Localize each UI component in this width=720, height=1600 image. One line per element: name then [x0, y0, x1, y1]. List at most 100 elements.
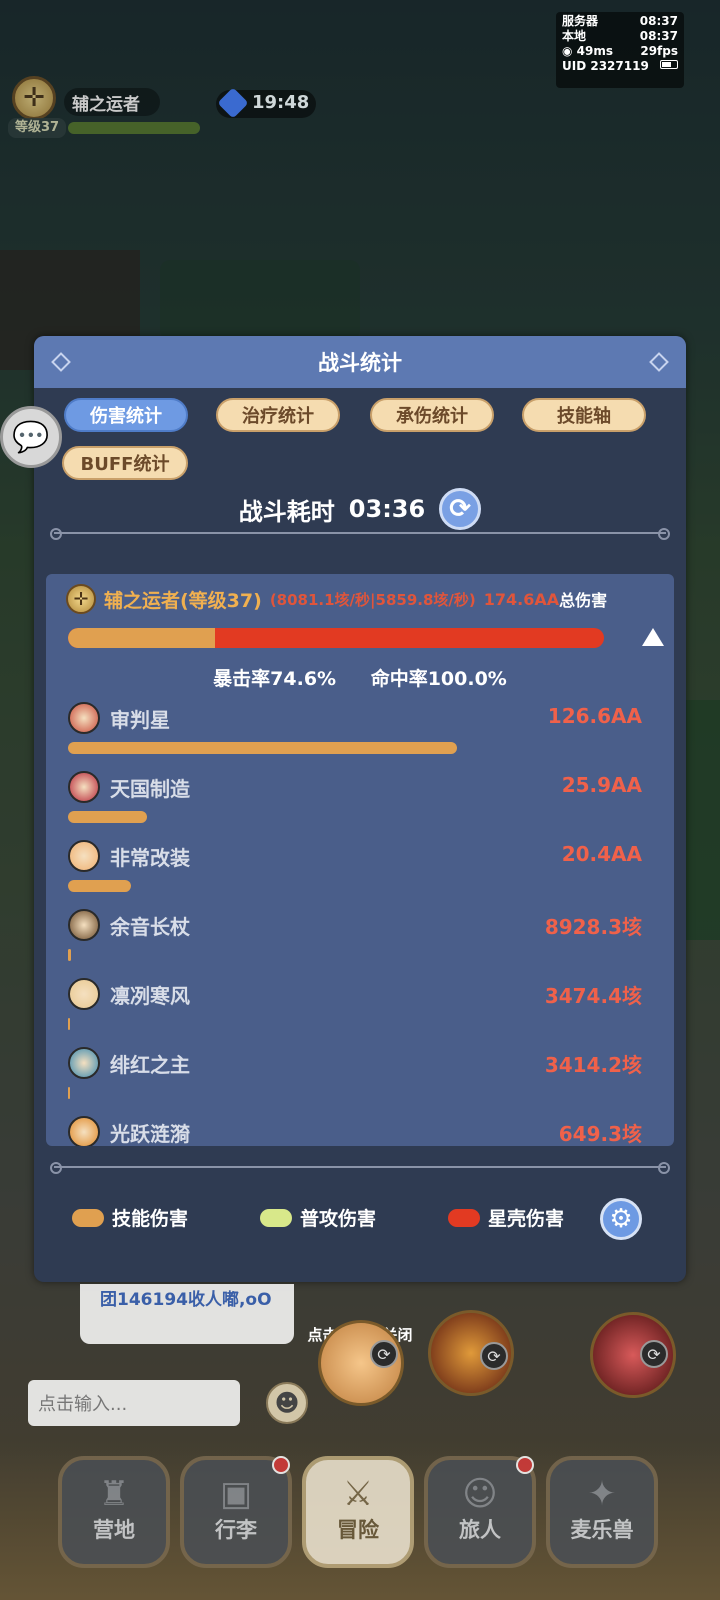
skill-damage-bar: [68, 1087, 70, 1099]
skill-damage-value: 25.9AA: [561, 773, 642, 797]
collapse-triangle-icon[interactable]: [642, 628, 664, 646]
castle-icon: ♜: [98, 1474, 130, 1514]
skill-damage-value: 8928.3垓: [544, 915, 642, 939]
status-panel: 服务器 08:37 本地 08:37 ◉ 49ms 29fps UID 2327119: [556, 12, 684, 88]
skill-damage-value: 126.6AA: [547, 704, 642, 728]
exp-bar: [68, 122, 200, 134]
nav-label: 行李: [215, 1518, 257, 1542]
skill-icon: [68, 1047, 100, 1079]
wifi-icon: ◉: [562, 44, 577, 58]
legend-label: 星壳伤害: [488, 1208, 565, 1230]
local-time: 08:37: [639, 29, 678, 43]
skill-name: 非常改装: [110, 846, 190, 870]
diamond-ornament-icon: [649, 352, 669, 372]
battery-icon: [660, 60, 678, 69]
nav-adventure[interactable]: ⚔ 冒险: [302, 1456, 414, 1568]
traveler-icon: ☺: [462, 1474, 498, 1514]
damage-legend: 技能伤害 普攻伤害 星壳伤害 ⚙: [34, 1198, 686, 1240]
swap-icon[interactable]: ⟳: [480, 1342, 508, 1370]
server-time: 08:37: [639, 14, 678, 28]
timer-text: 19:48: [252, 92, 310, 113]
player-name-level: 辅之运者(等级37): [104, 589, 262, 612]
skill-row[interactable]: 审判星 126.6AA: [66, 702, 666, 762]
tab-buff[interactable]: BUFF统计: [62, 446, 188, 480]
fox-icon: ✦: [587, 1474, 617, 1514]
modal-title: 战斗统计: [318, 351, 402, 375]
swap-icon[interactable]: ⟳: [640, 1340, 668, 1368]
tab-damage-taken[interactable]: 承伤统计: [370, 398, 494, 432]
diamond-ornament-icon: [51, 352, 71, 372]
skill-damage-segment: [68, 628, 216, 648]
legend-swatch: [448, 1208, 480, 1227]
hit-rate: 命中率100.0%: [370, 668, 507, 690]
notification-dot: [516, 1456, 534, 1474]
total-damage-bar: [68, 628, 604, 648]
legend-label: 技能伤害: [112, 1208, 189, 1230]
skill-damage-bar: [68, 949, 71, 961]
skill-icon: [68, 702, 100, 734]
nav-label: 麦乐兽: [570, 1518, 634, 1542]
modal-header: 战斗统计: [34, 336, 686, 388]
local-time-label: 本地: [562, 29, 587, 43]
skill-name: 审判星: [110, 708, 170, 732]
player-summary: ✛ 辅之运者(等级37) (8081.1垓/秒|5859.8垓/秒) 174.6…: [66, 584, 666, 614]
ping: 49ms: [576, 44, 614, 58]
skill-row[interactable]: 余音长杖 8928.3垓: [66, 909, 666, 969]
player-total-damage: 174.6AA: [483, 589, 560, 609]
skill-icon: [68, 1116, 100, 1146]
chat-input[interactable]: 点击输入...: [28, 1380, 240, 1426]
battle-duration: 战斗耗时 03:36 ⟳: [34, 488, 686, 530]
cross-emblem-icon: ✛: [23, 83, 45, 113]
nav-pets[interactable]: ✦ 麦乐兽: [546, 1456, 658, 1568]
skill-icon: [68, 978, 100, 1010]
player-name: 辅之运者: [64, 88, 160, 116]
duration-label: 战斗耗时: [238, 497, 335, 526]
skill-damage-value: 649.3垓: [558, 1122, 642, 1146]
player-level: 等级37: [8, 118, 66, 138]
skill-row[interactable]: 凛冽寒风 3474.4垓: [66, 978, 666, 1038]
nav-luggage[interactable]: ▣ 行李: [180, 1456, 292, 1568]
tab-skill-timeline[interactable]: 技能轴: [522, 398, 646, 432]
tab-damage[interactable]: 伤害统计: [64, 398, 188, 432]
fps: 29fps: [640, 44, 678, 58]
nav-label: 旅人: [459, 1518, 501, 1542]
notification-dot: [272, 1456, 290, 1474]
crossed-swords-icon: ⚔: [342, 1474, 374, 1514]
divider: [50, 528, 670, 540]
emoji-icon[interactable]: ☻: [266, 1382, 308, 1424]
nav-traveler[interactable]: ☺ 旅人: [424, 1456, 536, 1568]
cross-emblem-icon: ✛: [66, 584, 96, 614]
skill-damage-value: 3414.2垓: [544, 1053, 642, 1077]
skill-damage-bar: [68, 880, 131, 892]
skill-row[interactable]: 天国制造 25.9AA: [66, 771, 666, 831]
gear-icon[interactable]: ⚙: [600, 1198, 642, 1240]
nav-label: 营地: [93, 1518, 135, 1542]
duration-value: 03:36: [348, 495, 426, 523]
total-damage-label: 总伤害: [559, 591, 608, 610]
legend-label: 普攻伤害: [300, 1208, 377, 1230]
legend-normal-attack-damage: 普攻伤害: [260, 1204, 376, 1231]
nav-label: 冒险: [337, 1518, 379, 1542]
skill-name: 天国制造: [110, 777, 190, 801]
refresh-icon[interactable]: ⟳: [439, 488, 482, 530]
skill-icon: [68, 840, 100, 872]
skill-row[interactable]: 非常改装 20.4AA: [66, 840, 666, 900]
rates-row: 暴击率74.6% 命中率100.0%: [46, 664, 674, 691]
chat-icon[interactable]: 💬: [0, 406, 62, 468]
skill-row[interactable]: 绯红之主 3414.2垓: [66, 1047, 666, 1107]
skill-damage-value: 20.4AA: [561, 842, 642, 866]
event-timer[interactable]: 19:48: [216, 87, 316, 119]
skill-name: 凛冽寒风: [110, 984, 190, 1008]
nav-camp[interactable]: ♜ 营地: [58, 1456, 170, 1568]
potion-icon: [217, 87, 249, 119]
skill-row[interactable]: 光跃涟漪 649.3垓: [66, 1116, 666, 1146]
battle-stats-modal: 战斗统计 伤害统计 治疗统计 承伤统计 技能轴 BUFF统计 战斗耗时 03:3…: [34, 336, 686, 1282]
tab-healing[interactable]: 治疗统计: [216, 398, 340, 432]
player-avatar[interactable]: ✛: [12, 76, 56, 120]
damage-stats-panel[interactable]: ✛ 辅之运者(等级37) (8081.1垓/秒|5859.8垓/秒) 174.6…: [46, 574, 674, 1146]
uid: UID 2327119: [562, 59, 649, 73]
swap-icon[interactable]: ⟳: [370, 1340, 398, 1368]
skill-name: 光跃涟漪: [110, 1122, 190, 1146]
legend-swatch: [260, 1208, 292, 1227]
skill-damage-bar: [68, 811, 147, 823]
